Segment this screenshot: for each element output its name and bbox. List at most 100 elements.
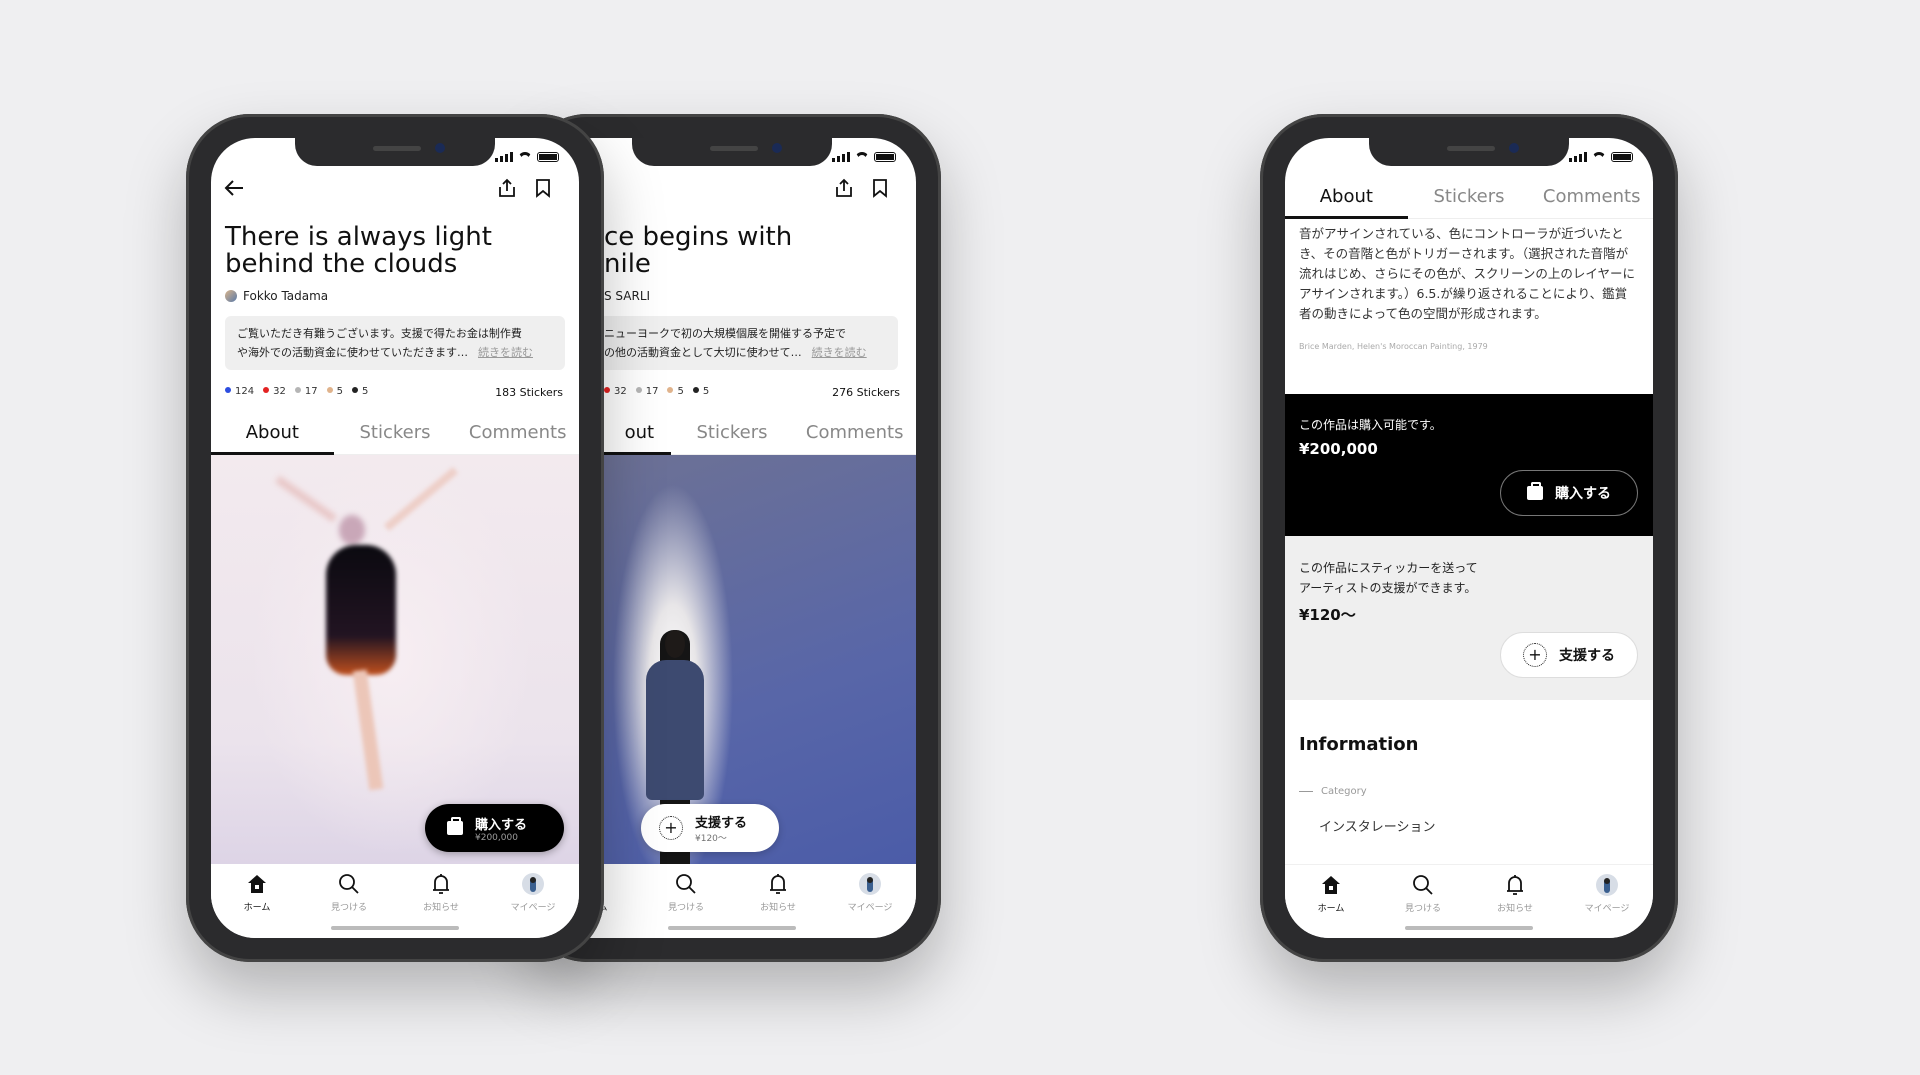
sticker-color-dot [635,387,642,393]
nav-label: マイページ [847,903,893,913]
search-icon [1377,873,1469,897]
share-icon[interactable] [497,178,517,198]
count-value: 5 [361,386,369,397]
nav-item-home[interactable]: ホーム [1285,865,1377,938]
sticker-color-dot [667,387,674,393]
battery-icon [537,152,559,162]
title-line-2: nile [604,249,651,279]
sticker-color-dot [326,387,333,393]
desc-line-2: や海外での活動資金に使わせていただきます… [237,346,468,359]
support-section: この作品にスティッカーを送って アーティストの支援ができます。 ¥120～ + 支援… [1285,536,1653,700]
signal-icon [495,152,513,162]
wifi-icon [855,152,869,162]
tab-stickers[interactable]: Stickers [334,416,457,454]
shopping-bag-icon [447,817,463,835]
read-more-link[interactable]: 続きを読む [478,346,533,359]
nav-label: 見つける [1404,904,1441,914]
support-price: ¥120～ [695,834,727,844]
avatar-icon [1561,873,1653,897]
support-button[interactable]: + 支援する ¥120～ [641,804,779,852]
status-bar [832,152,896,162]
tab-stickers[interactable]: Stickers [671,416,794,454]
sticker-count: 5 [692,386,709,397]
nav-item-avatar[interactable]: マイページ [487,864,579,938]
nav-label: 見つける [330,903,367,913]
stickers-total: 183 Stickers [495,386,563,399]
count-value: 17 [645,386,659,397]
nav-item-avatar[interactable]: マイページ [1561,865,1653,938]
home-indicator [668,926,796,930]
sticker-color-dot [692,387,699,393]
count-value: 32 [273,386,286,397]
support-label: 支援する [1559,648,1615,664]
status-bar [1569,152,1633,162]
bookmark-icon[interactable] [872,178,888,198]
support-price: ¥120～ [1299,606,1356,624]
purchase-section: この作品は購入可能です。 ¥200,000 購入する [1285,394,1653,536]
screen: There is always light behind the clouds F… [211,138,579,938]
sticker-color-dot [604,387,610,393]
count-value: 124 [235,386,255,397]
tab-comments[interactable]: Comments [1530,180,1653,218]
avatar-icon [487,872,579,896]
title-line-1: There is always light [225,222,492,252]
desc-line-2: の他の活動資金として大切に使わせて… [604,346,802,359]
share-icon[interactable] [834,178,854,198]
nav-label: お知らせ [423,903,459,913]
nav-item-home[interactable]: ホーム [211,864,303,938]
signal-icon [1569,152,1587,162]
category-value: インスタレーション [1319,820,1436,835]
sticker-color-dot [294,387,301,393]
tab-about[interactable]: About [1285,180,1408,219]
sticker-counts: 124 32 17 5 5 [225,386,368,397]
sticker-count: 17 [635,386,659,397]
nav-label: 見つける [667,903,704,913]
description-box[interactable]: ご覧いただき有難うございます。支援で得たお金は制作費 や海外での活動資金に使わせて… [225,316,565,370]
back-arrow-icon[interactable] [223,178,245,198]
wifi-icon [518,152,532,162]
tab-about[interactable]: About [211,416,334,455]
bookmark-icon[interactable] [535,178,551,198]
divider [1299,791,1313,792]
buy-label: 購入する [1555,486,1611,502]
bell-icon [732,872,824,896]
home-icon [211,872,303,896]
count-value: 17 [304,386,318,397]
buy-price: ¥200,000 [475,832,518,843]
home-icon [1285,873,1377,897]
desc-line-1: ニューヨークで初の大規模個展を開催する予定で [604,327,846,340]
status-bar [495,152,559,162]
nav-label: ホーム [243,903,271,913]
sticker-count: 124 [225,386,254,397]
support-label: 支援する [695,816,748,831]
author-name[interactable]: S SARLI [604,289,650,303]
sticker-counts: 32 17 5 5 [604,386,709,397]
description-box[interactable]: ニューヨークで初の大規模個展を開催する予定で の他の活動資金として大切に使わせて…… [588,316,898,370]
tab-stickers[interactable]: Stickers [1408,180,1531,218]
nav-label: お知らせ [1497,904,1533,914]
battery-icon [874,152,896,162]
nav-label: ホーム [1317,904,1345,914]
sticker-color-dot [263,387,270,393]
buy-button[interactable]: 購入する [1500,470,1638,516]
phone-mockup-1: There is always light behind the clouds F… [186,114,604,962]
nav-item-avatar[interactable]: マイページ [824,864,916,938]
buy-button[interactable]: 購入する ¥200,000 [425,804,564,852]
information-heading: Information [1299,734,1419,755]
wifi-icon [1592,152,1606,162]
bell-icon [395,872,487,896]
phone-mockup-3: About Stickers Comments 音がアサインされている、色にコン… [1260,114,1678,962]
count-value: 32 [614,386,627,397]
sticker-count: 5 [351,386,369,397]
tab-comments[interactable]: Comments [793,416,916,454]
nav-label: お知らせ [760,903,796,913]
title-line-1: ce begins with [604,222,793,252]
purchase-text: この作品は購入可能です。 [1299,418,1442,432]
read-more-link[interactable]: 続きを読む [812,346,867,359]
author[interactable]: Fokko Tadama [225,289,328,303]
support-button[interactable]: + 支援する [1500,632,1638,678]
plus-icon: + [659,816,683,840]
tab-comments[interactable]: Comments [456,416,579,454]
plus-icon: + [1523,643,1547,667]
search-icon [303,872,395,896]
